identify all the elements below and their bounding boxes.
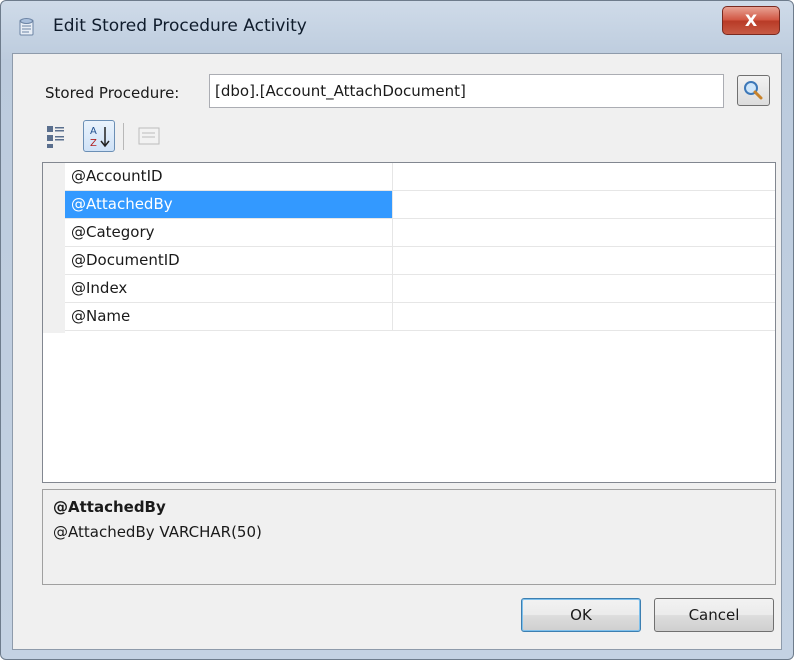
parameter-value[interactable] bbox=[394, 303, 775, 330]
description-text: @AttachedBy VARCHAR(50) bbox=[53, 523, 262, 541]
parameter-name[interactable]: @Index bbox=[65, 275, 393, 302]
browse-button[interactable] bbox=[737, 75, 770, 106]
property-pages-icon bbox=[133, 127, 165, 156]
table-row[interactable]: @Name bbox=[65, 303, 775, 331]
parameter-value[interactable] bbox=[394, 219, 775, 246]
categorized-button[interactable] bbox=[43, 120, 75, 152]
parameter-value[interactable] bbox=[394, 275, 775, 302]
toolbar-separator bbox=[123, 123, 124, 150]
stored-procedure-field[interactable]: [dbo].[Account_AttachDocument] bbox=[209, 74, 724, 108]
alphabetical-sort-icon: A Z bbox=[84, 126, 114, 155]
parameter-name[interactable]: @AccountID bbox=[65, 163, 393, 190]
svg-text:Z: Z bbox=[90, 138, 97, 149]
close-button[interactable]: X bbox=[722, 6, 780, 35]
parameter-name[interactable]: @Name bbox=[65, 303, 393, 330]
table-row[interactable]: @Category bbox=[65, 219, 775, 247]
dialog-window: Edit Stored Procedure Activity X Stored … bbox=[0, 0, 794, 660]
description-panel: @AttachedBy @AttachedBy VARCHAR(50) bbox=[42, 489, 776, 585]
description-title: @AttachedBy bbox=[53, 498, 166, 516]
cancel-button[interactable]: Cancel bbox=[654, 598, 774, 632]
title-bar[interactable]: Edit Stored Procedure Activity X bbox=[1, 1, 793, 53]
table-row[interactable]: @DocumentID bbox=[65, 247, 775, 275]
stored-procedure-icon bbox=[18, 17, 36, 37]
property-grid-toolbar: A Z bbox=[43, 120, 243, 154]
property-pages-button[interactable] bbox=[133, 120, 165, 152]
table-row[interactable]: @Index bbox=[65, 275, 775, 303]
table-row[interactable]: @AttachedBy bbox=[65, 191, 775, 219]
parameter-name[interactable]: @AttachedBy bbox=[65, 191, 393, 218]
alphabetical-button[interactable]: A Z bbox=[83, 120, 115, 152]
search-icon bbox=[738, 81, 769, 109]
parameter-name[interactable]: @Category bbox=[65, 219, 393, 246]
property-grid: @AccountID @AttachedBy @Category @Docume… bbox=[42, 162, 776, 483]
window-title: Edit Stored Procedure Activity bbox=[53, 16, 307, 36]
table-row[interactable]: @AccountID bbox=[65, 163, 775, 191]
ok-button[interactable]: OK bbox=[521, 598, 641, 632]
categorized-icon bbox=[43, 126, 75, 156]
grid-gutter bbox=[43, 163, 65, 333]
dialog-body: Stored Procedure: [dbo].[Account_AttachD… bbox=[12, 53, 782, 650]
parameter-name[interactable]: @DocumentID bbox=[65, 247, 393, 274]
parameter-value[interactable] bbox=[394, 163, 775, 190]
parameter-value[interactable] bbox=[394, 191, 775, 218]
parameter-value[interactable] bbox=[394, 247, 775, 274]
svg-text:A: A bbox=[90, 126, 97, 137]
stored-procedure-label: Stored Procedure: bbox=[45, 84, 180, 102]
